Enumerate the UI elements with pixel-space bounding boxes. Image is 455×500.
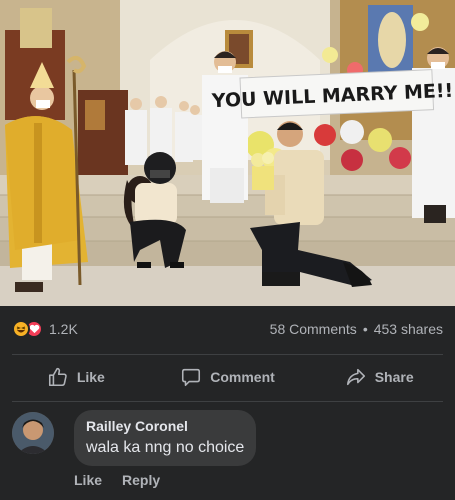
- share-icon: [346, 368, 365, 386]
- share-button[interactable]: Share: [303, 355, 455, 399]
- comment-bubble: Railley Coronel wala ka nng no choice: [74, 410, 257, 466]
- like-label: Like: [76, 369, 105, 385]
- like-button[interactable]: Like: [0, 355, 152, 399]
- post-stats: 1.2K 58 Comments • 453 shares: [0, 306, 455, 352]
- reactions-summary[interactable]: 1.2K: [12, 320, 78, 338]
- shares-count[interactable]: 453 shares: [374, 321, 443, 337]
- comment-button[interactable]: Comment: [152, 355, 304, 399]
- comment-item: Railley Coronel wala ka nng no choice: [12, 410, 443, 466]
- share-label: Share: [374, 369, 414, 385]
- comment-like-link[interactable]: Like: [74, 472, 102, 488]
- comment-author[interactable]: Railley Coronel: [86, 418, 244, 435]
- comment-reply-link[interactable]: Reply: [122, 472, 160, 488]
- comment-actions: Like Reply: [74, 472, 180, 488]
- thumbs-up-icon: [48, 367, 67, 387]
- comments-count[interactable]: 58 Comments: [270, 321, 357, 337]
- divider: [12, 401, 443, 402]
- avatar[interactable]: [12, 412, 54, 454]
- comment-label: Comment: [210, 369, 275, 385]
- comment-text: wala ka nng no choice: [86, 439, 245, 456]
- post-photo[interactable]: YOU WILL MARRY ME!!!: [0, 0, 455, 306]
- haha-icon: [12, 320, 30, 338]
- separator-dot: •: [362, 321, 368, 337]
- reaction-count: 1.2K: [49, 321, 78, 337]
- post-actions: Like Comment Share: [0, 355, 455, 399]
- comment-icon: [182, 368, 201, 387]
